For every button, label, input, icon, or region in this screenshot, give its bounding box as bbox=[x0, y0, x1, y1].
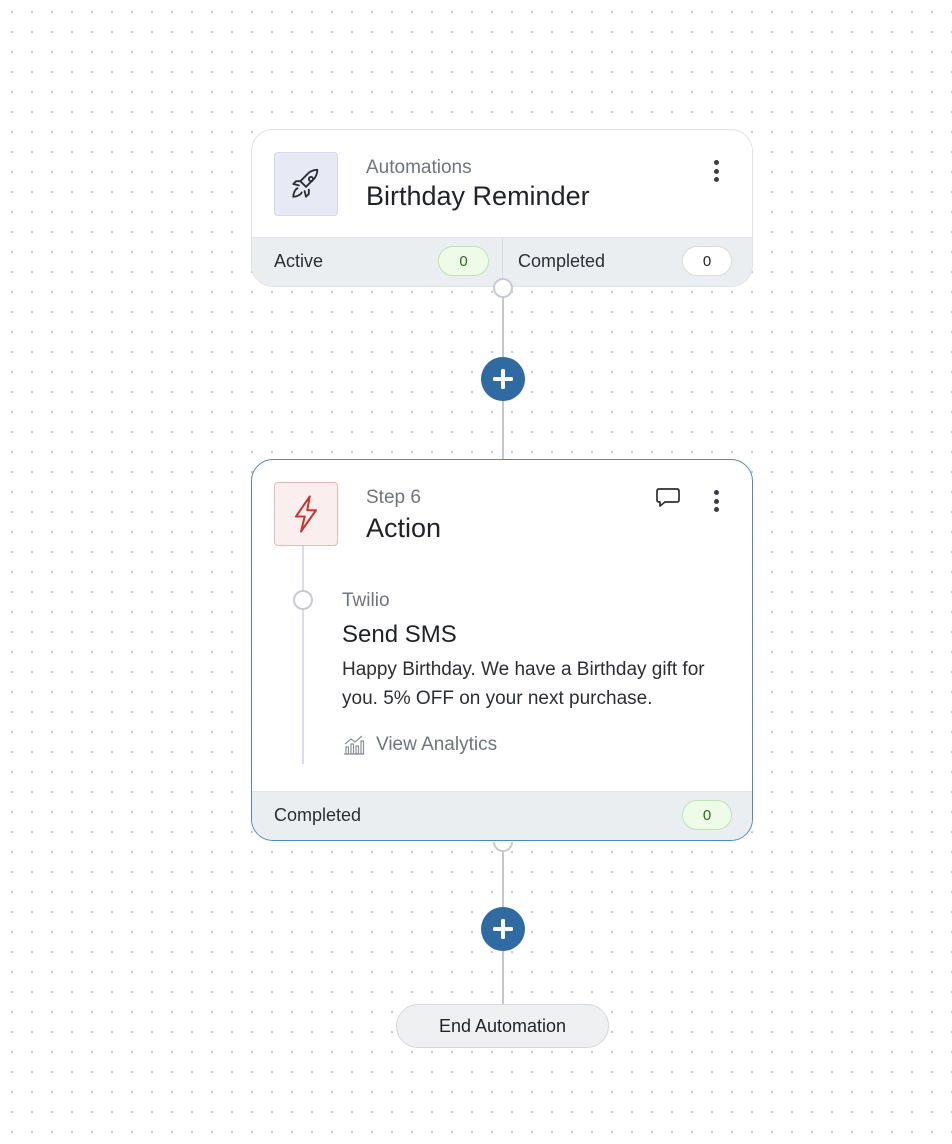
action-output-handle[interactable] bbox=[493, 842, 513, 852]
trigger-output-handle[interactable] bbox=[493, 278, 513, 298]
substep-timeline-line bbox=[302, 546, 304, 764]
action-title: Action bbox=[366, 513, 442, 543]
action-stats-bar: Completed 0 bbox=[252, 791, 752, 840]
trigger-eyebrow: Automations bbox=[366, 157, 472, 178]
completed-count-badge: 0 bbox=[682, 246, 732, 276]
substep-name: Send SMS bbox=[342, 621, 457, 648]
analytics-chart-icon bbox=[344, 735, 365, 755]
view-analytics-link[interactable]: View Analytics bbox=[342, 734, 497, 756]
action-step-number: Step 6 bbox=[366, 487, 421, 508]
trigger-icon-box bbox=[274, 152, 338, 216]
add-step-button-top[interactable] bbox=[481, 357, 525, 401]
trigger-more-menu-icon[interactable] bbox=[709, 157, 723, 185]
active-label: Active bbox=[274, 251, 324, 271]
add-step-button-bottom[interactable] bbox=[481, 907, 525, 951]
substep-provider: Twilio bbox=[342, 590, 390, 611]
end-automation-button[interactable]: End Automation bbox=[396, 1004, 609, 1048]
active-count-badge: 0 bbox=[438, 246, 489, 276]
completed-label: Completed bbox=[518, 251, 606, 271]
plus-icon bbox=[493, 919, 513, 939]
action-completed-count-badge: 0 bbox=[682, 800, 732, 830]
action-completed-label: Completed bbox=[274, 805, 362, 825]
substep-message: Happy Birthday. We have a Birthday gift … bbox=[342, 659, 705, 709]
trigger-title: Birthday Reminder bbox=[366, 181, 590, 211]
automation-trigger-card[interactable]: Automations Birthday Reminder Active 0 C… bbox=[251, 129, 753, 287]
action-more-menu-icon[interactable] bbox=[709, 487, 723, 515]
comment-icon[interactable] bbox=[655, 486, 681, 510]
action-icon-box bbox=[274, 482, 338, 546]
plus-icon bbox=[493, 369, 513, 389]
rocket-icon bbox=[292, 168, 319, 198]
view-analytics-label: View Analytics bbox=[376, 734, 498, 755]
action-step-card[interactable]: Step 6 Action Twilio Send SMS Happy Birt… bbox=[251, 459, 753, 841]
substep-node bbox=[293, 590, 313, 610]
lightning-bolt-icon bbox=[295, 495, 317, 533]
